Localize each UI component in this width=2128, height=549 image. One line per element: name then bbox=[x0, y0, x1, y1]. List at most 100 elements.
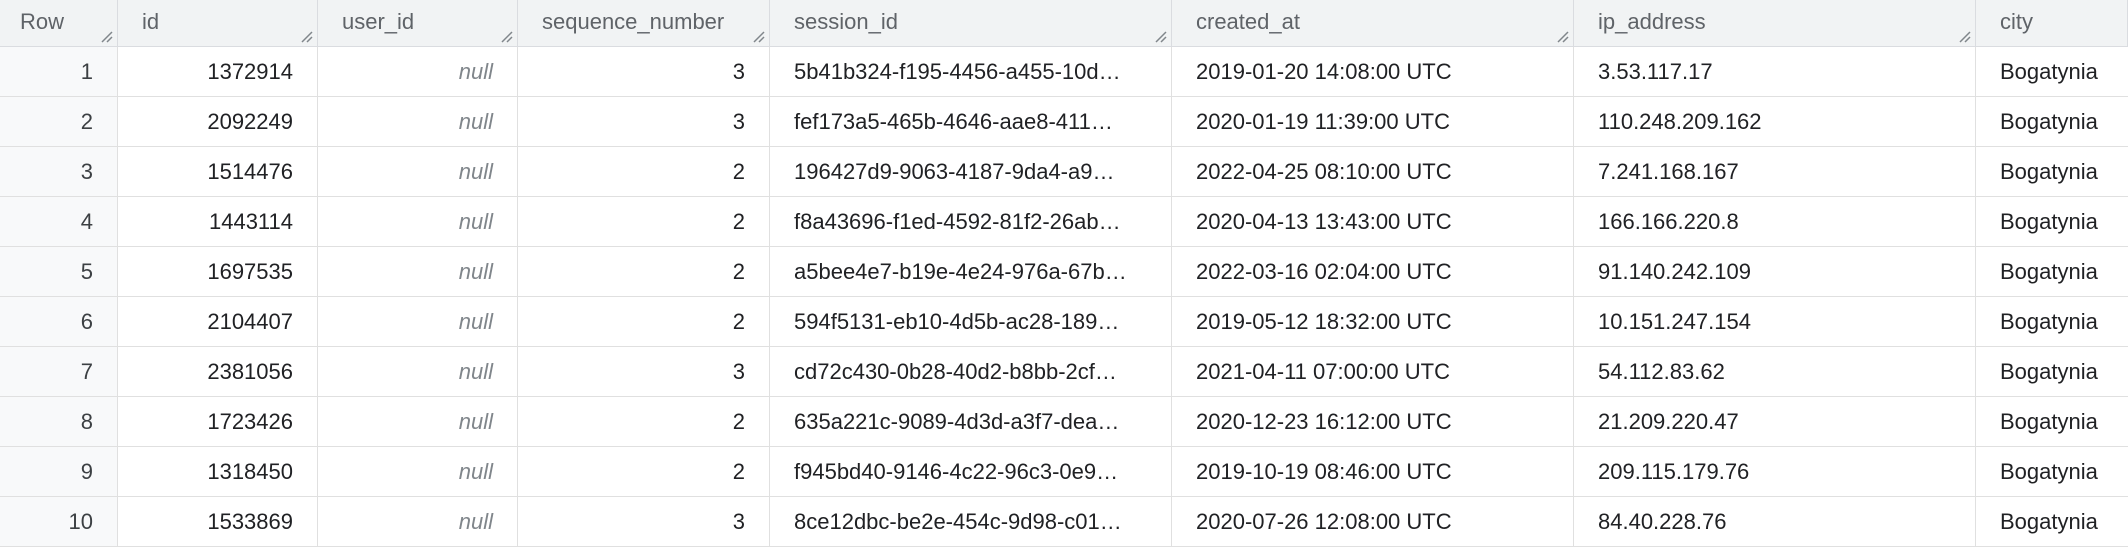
table-row[interactable]: 10 1533869 null 3 8ce12dbc-be2e-454c-9d9… bbox=[0, 497, 2128, 547]
null-value: null bbox=[458, 158, 493, 184]
row-number-cell: 1 bbox=[0, 47, 118, 96]
user-id-cell: null bbox=[318, 447, 518, 496]
ip-address-cell: 10.151.247.154 bbox=[1574, 297, 1976, 346]
table-row[interactable]: 7 2381056 null 3 cd72c430-0b28-40d2-b8bb… bbox=[0, 347, 2128, 397]
id-cell: 2092249 bbox=[118, 97, 318, 146]
column-header-city[interactable]: city bbox=[1976, 0, 2128, 46]
sequence-number-cell: 2 bbox=[518, 147, 770, 196]
session-id-cell: 5b41b324-f195-4456-a455-10d… bbox=[770, 47, 1172, 96]
created-at-cell: 2020-07-26 12:08:00 UTC bbox=[1172, 497, 1574, 546]
ip-address-cell: 3.53.117.17 bbox=[1574, 47, 1976, 96]
table-header: Row id user_id sequence_number session_i… bbox=[0, 0, 2128, 47]
created-at-cell: 2022-04-25 08:10:00 UTC bbox=[1172, 147, 1574, 196]
null-value: null bbox=[458, 208, 493, 234]
null-value: null bbox=[458, 458, 493, 484]
sequence-number-cell: 2 bbox=[518, 397, 770, 446]
column-header-id[interactable]: id bbox=[118, 0, 318, 46]
table-row[interactable]: 3 1514476 null 2 196427d9-9063-4187-9da4… bbox=[0, 147, 2128, 197]
row-number-cell: 2 bbox=[0, 97, 118, 146]
session-id-cell: 594f5131-eb10-4d5b-ac28-189… bbox=[770, 297, 1172, 346]
user-id-cell: null bbox=[318, 147, 518, 196]
column-header-label: Row bbox=[20, 9, 65, 34]
city-cell: Bogatynia bbox=[2000, 358, 2098, 384]
ip-address-cell: 54.112.83.62 bbox=[1574, 347, 1976, 396]
session-id-cell: f945bd40-9146-4c22-96c3-0e9… bbox=[770, 447, 1172, 496]
column-header-session-id[interactable]: session_id bbox=[770, 0, 1172, 46]
ip-address-cell: 166.166.220.8 bbox=[1574, 197, 1976, 246]
city-cell: Bogatynia bbox=[2000, 258, 2098, 284]
city-cell: Bogatynia bbox=[2000, 308, 2098, 334]
city-cell: Bogatynia bbox=[2000, 58, 2098, 84]
resize-handle-icon[interactable] bbox=[751, 29, 765, 43]
session-id-cell: 8ce12dbc-be2e-454c-9d98-c01… bbox=[770, 497, 1172, 546]
sequence-number-cell: 3 bbox=[518, 347, 770, 396]
user-id-cell: null bbox=[318, 197, 518, 246]
sequence-number-cell: 2 bbox=[518, 247, 770, 296]
session-id-cell: a5bee4e7-b19e-4e24-976a-67b… bbox=[770, 247, 1172, 296]
created-at-cell: 2022-03-16 02:04:00 UTC bbox=[1172, 247, 1574, 296]
row-number-cell: 6 bbox=[0, 297, 118, 346]
id-cell: 1514476 bbox=[118, 147, 318, 196]
null-value: null bbox=[458, 508, 493, 534]
session-id-cell: 196427d9-9063-4187-9da4-a9… bbox=[770, 147, 1172, 196]
row-number-cell: 7 bbox=[0, 347, 118, 396]
table-row[interactable]: 9 1318450 null 2 f945bd40-9146-4c22-96c3… bbox=[0, 447, 2128, 497]
id-cell: 1443114 bbox=[118, 197, 318, 246]
resize-handle-icon[interactable] bbox=[1957, 29, 1971, 43]
row-number-cell: 8 bbox=[0, 397, 118, 446]
column-header-sequence-number[interactable]: sequence_number bbox=[518, 0, 770, 46]
column-header-label: ip_address bbox=[1598, 9, 1706, 34]
id-cell: 1533869 bbox=[118, 497, 318, 546]
null-value: null bbox=[458, 358, 493, 384]
table-row[interactable]: 2 2092249 null 3 fef173a5-465b-4646-aae8… bbox=[0, 97, 2128, 147]
table-row[interactable]: 8 1723426 null 2 635a221c-9089-4d3d-a3f7… bbox=[0, 397, 2128, 447]
sequence-number-cell: 3 bbox=[518, 47, 770, 96]
resize-handle-icon[interactable] bbox=[299, 29, 313, 43]
city-cell: Bogatynia bbox=[2000, 408, 2098, 434]
id-cell: 2104407 bbox=[118, 297, 318, 346]
city-cell: Bogatynia bbox=[2000, 458, 2098, 484]
id-cell: 1372914 bbox=[118, 47, 318, 96]
row-number-cell: 3 bbox=[0, 147, 118, 196]
column-header-user-id[interactable]: user_id bbox=[318, 0, 518, 46]
column-header-ip-address[interactable]: ip_address bbox=[1574, 0, 1976, 46]
user-id-cell: null bbox=[318, 247, 518, 296]
sequence-number-cell: 2 bbox=[518, 197, 770, 246]
id-cell: 1318450 bbox=[118, 447, 318, 496]
table-row[interactable]: 6 2104407 null 2 594f5131-eb10-4d5b-ac28… bbox=[0, 297, 2128, 347]
id-cell: 1723426 bbox=[118, 397, 318, 446]
column-header-row[interactable]: Row bbox=[0, 0, 118, 46]
user-id-cell: null bbox=[318, 347, 518, 396]
resize-handle-icon[interactable] bbox=[99, 29, 113, 43]
ip-address-cell: 84.40.228.76 bbox=[1574, 497, 1976, 546]
resize-handle-icon[interactable] bbox=[1555, 29, 1569, 43]
sequence-number-cell: 2 bbox=[518, 297, 770, 346]
resize-handle-icon[interactable] bbox=[1153, 29, 1167, 43]
created-at-cell: 2019-05-12 18:32:00 UTC bbox=[1172, 297, 1574, 346]
id-cell: 2381056 bbox=[118, 347, 318, 396]
column-header-label: session_id bbox=[794, 9, 898, 34]
session-id-cell: cd72c430-0b28-40d2-b8bb-2cf… bbox=[770, 347, 1172, 396]
created-at-cell: 2020-12-23 16:12:00 UTC bbox=[1172, 397, 1574, 446]
null-value: null bbox=[458, 308, 493, 334]
sequence-number-cell: 3 bbox=[518, 97, 770, 146]
created-at-cell: 2021-04-11 07:00:00 UTC bbox=[1172, 347, 1574, 396]
row-number-cell: 10 bbox=[0, 497, 118, 546]
null-value: null bbox=[458, 258, 493, 284]
column-header-label: id bbox=[142, 9, 160, 34]
ip-address-cell: 21.209.220.47 bbox=[1574, 397, 1976, 446]
session-id-cell: 635a221c-9089-4d3d-a3f7-dea… bbox=[770, 397, 1172, 446]
id-cell: 1697535 bbox=[118, 247, 318, 296]
resize-handle-icon[interactable] bbox=[499, 29, 513, 43]
column-header-created-at[interactable]: created_at bbox=[1172, 0, 1574, 46]
null-value: null bbox=[458, 58, 493, 84]
table-row[interactable]: 5 1697535 null 2 a5bee4e7-b19e-4e24-976a… bbox=[0, 247, 2128, 297]
ip-address-cell: 91.140.242.109 bbox=[1574, 247, 1976, 296]
ip-address-cell: 209.115.179.76 bbox=[1574, 447, 1976, 496]
null-value: null bbox=[458, 108, 493, 134]
null-value: null bbox=[458, 408, 493, 434]
city-cell: Bogatynia bbox=[2000, 508, 2098, 534]
created-at-cell: 2019-10-19 08:46:00 UTC bbox=[1172, 447, 1574, 496]
table-row[interactable]: 1 1372914 null 3 5b41b324-f195-4456-a455… bbox=[0, 47, 2128, 97]
table-row[interactable]: 4 1443114 null 2 f8a43696-f1ed-4592-81f2… bbox=[0, 197, 2128, 247]
